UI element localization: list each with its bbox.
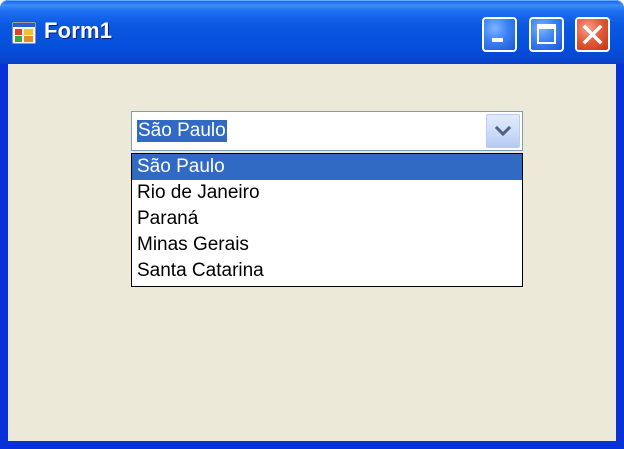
list-item-rio-de-janeiro[interactable]: Rio de Janeiro	[132, 180, 522, 206]
list-item-parana[interactable]: Paraná	[132, 206, 522, 232]
maximize-button[interactable]	[529, 17, 564, 52]
form-app-icon[interactable]	[11, 21, 37, 45]
state-combobox[interactable]: São Paulo	[131, 111, 523, 151]
minimize-button[interactable]	[482, 17, 517, 52]
window-title: Form1	[44, 18, 113, 43]
combobox-dropdown-button[interactable]	[486, 114, 520, 148]
combobox-dropdown-list[interactable]: São Paulo Rio de Janeiro Paraná Minas Ge…	[131, 153, 523, 287]
list-item-minas-gerais[interactable]: Minas Gerais	[132, 232, 522, 258]
combobox-selected-value[interactable]: São Paulo	[137, 120, 227, 142]
close-button[interactable]	[575, 17, 610, 52]
form-window: Form1 São Paulo São Paulo Rio de Janeiro…	[0, 0, 624, 449]
client-area: São Paulo São Paulo Rio de Janeiro Paran…	[8, 64, 616, 441]
list-item-santa-catarina[interactable]: Santa Catarina	[132, 258, 522, 284]
list-item-sao-paulo[interactable]: São Paulo	[132, 154, 522, 180]
title-bar[interactable]: Form1	[0, 0, 624, 64]
